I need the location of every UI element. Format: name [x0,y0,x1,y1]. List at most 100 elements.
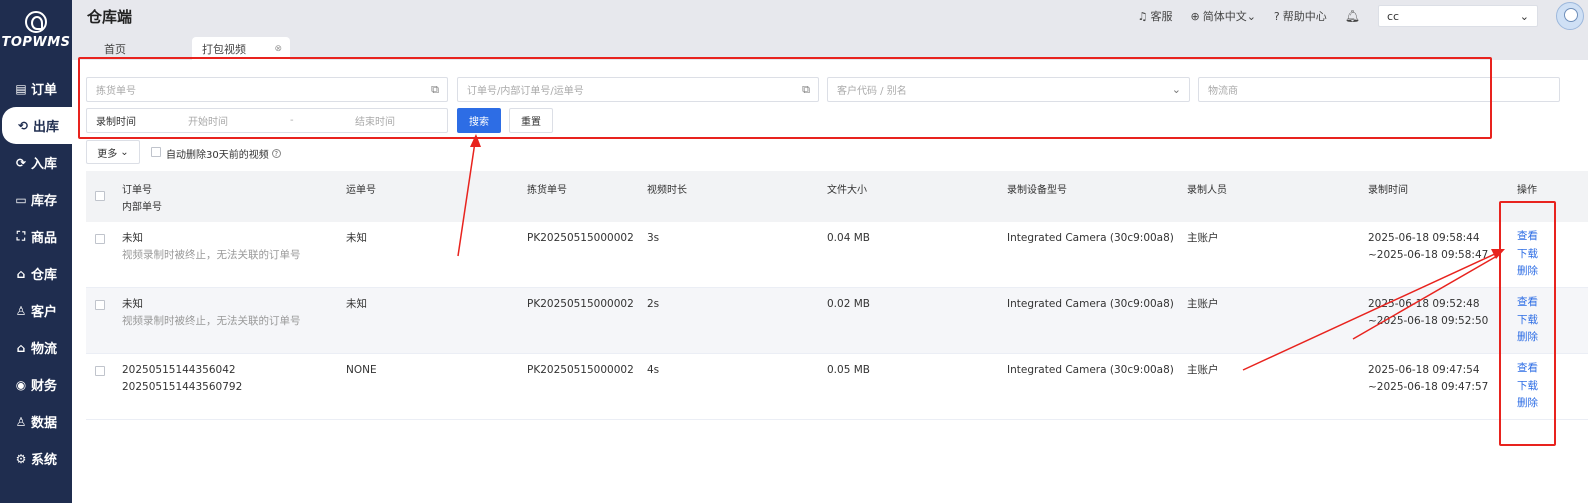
chevron-down-icon: ⌄ [1171,83,1181,96]
internal-no: 视频录制时被终止，无法关联的订单号 [122,315,301,327]
delete-link[interactable]: 删除 [1517,395,1538,413]
sidebar-item-label: 系统 [31,453,58,468]
customer-service-label: 客服 [1150,10,1173,23]
brand-logo[interactable]: TOPWMS [0,0,72,60]
carrier-select[interactable]: 物流商 [1198,77,1560,102]
download-link[interactable]: 下载 [1517,378,1538,396]
download-link[interactable]: 下载 [1517,312,1538,330]
search-button[interactable]: 搜索 [457,108,501,133]
reset-button[interactable]: 重置 [509,108,553,133]
download-link[interactable]: 下载 [1517,246,1538,264]
sidebar-item-label: 客户 [31,305,58,320]
more-filters-button[interactable]: 更多 ⌄ [86,140,140,164]
language-switch[interactable]: ⊕ 简体中文 ⌄ [1190,8,1255,24]
paste-icon[interactable]: ⧉ [431,83,439,97]
internal-no: 视频录制时被终止，无法关联的订单号 [122,249,301,261]
waybill-cell: 未知 [346,232,367,244]
data-icon: ♙ [15,414,27,429]
sidebar-item-label: 库存 [31,194,58,209]
sidebar-item-logistics[interactable]: ⌂ 物流 [0,329,72,366]
view-link[interactable]: 查看 [1517,360,1538,378]
sidebar-item-products[interactable]: ⛶ 商品 [0,218,72,255]
recorder-cell: 主账户 [1187,364,1219,376]
header-actions: 操作 [1517,185,1537,196]
sidebar-item-data[interactable]: ♙ 数据 [0,403,72,440]
sidebar-item-inbound[interactable]: ⟳ 入库 [0,144,72,181]
bell-icon[interactable]: 🔔︎ [1345,9,1360,23]
help-center-link[interactable]: ? 帮助中心 [1274,8,1327,24]
order-cell: 未知 视频录制时被终止，无法关联的订单号 [122,296,301,330]
sidebar-item-inventory[interactable]: ▭ 库存 [0,181,72,218]
language-label: 简体中文 [1202,10,1247,23]
sidebar-item-finance[interactable]: ◉ 财务 [0,366,72,403]
auto-delete-checkbox[interactable] [151,147,161,157]
tab-bar: 首页 打包视频 ⊗ [72,32,1588,60]
waybill-cell: NONE [346,364,377,376]
select-all-checkbox[interactable] [95,191,105,201]
sidebar-item-label: 出库 [33,120,60,135]
view-link[interactable]: 查看 [1517,228,1538,246]
row-checkbox[interactable] [95,366,105,376]
sidebar-item-label: 仓库 [31,268,58,283]
order-icon: ▤ [15,81,27,96]
time-start: 2025-06-18 09:47:54 [1368,364,1480,376]
auto-delete-option[interactable]: 自动删除30天前的视频 ? [166,146,281,161]
inbound-icon: ⟳ [15,155,27,170]
end-time-placeholder: 结束时间 [355,117,395,128]
order-no: 未知 [122,232,143,244]
close-icon[interactable]: ⊗ [274,44,282,54]
duration-cell: 4s [647,364,660,376]
customer-service-link[interactable]: ♫ 客服 [1138,8,1173,24]
sidebar-item-warehouse[interactable]: ⌂ 仓库 [0,255,72,292]
row-checkbox[interactable] [95,300,105,310]
time-start: 2025-06-18 09:52:48 [1368,298,1480,310]
time-end: ~2025-06-18 09:47:57 [1368,381,1489,393]
header-waybill: 运单号 [346,185,376,196]
customer-select[interactable]: 客户代码 / 别名 ⌄ [827,77,1190,102]
avatar[interactable] [1556,2,1584,30]
row-actions: 查看 下载 删除 [1517,360,1538,413]
time-start: 2025-06-18 09:58:44 [1368,232,1480,244]
product-icon: ⛶ [16,229,26,243]
record-time-cell: 2025-06-18 09:47:54 ~2025-06-18 09:47:57 [1368,362,1488,396]
user-select[interactable]: cc ⌄ [1378,5,1538,27]
customer-icon: ♙ [15,303,27,318]
time-end: ~2025-06-18 09:58:47 [1368,249,1489,261]
view-link[interactable]: 查看 [1517,294,1538,312]
header-recorder: 录制人员 [1187,185,1227,196]
finance-icon: ◉ [15,377,27,392]
file-size-cell: 0.02 MB [827,298,870,310]
sidebar-item-system[interactable]: ⚙ 系统 [0,440,72,477]
order-no: 未知 [122,298,143,310]
inventory-icon: ▭ [15,192,27,207]
tab-pack-video[interactable]: 打包视频 ⊗ [192,37,290,60]
range-separator: - [290,115,294,126]
sidebar-item-orders[interactable]: ▤ 订单 [0,70,72,107]
more-label: 更多 [97,148,118,160]
order-cell: 未知 视频录制时被终止，无法关联的订单号 [122,230,301,264]
header-file-size: 文件大小 [827,185,867,196]
file-size-cell: 0.05 MB [827,364,870,376]
question-icon: ? [1273,9,1280,23]
record-time-range[interactable]: 录制时间 开始时间 - 结束时间 [86,108,448,133]
row-checkbox[interactable] [95,234,105,244]
sidebar-item-label: 入库 [31,157,58,172]
sidebar-item-customers[interactable]: ♙ 客户 [0,292,72,329]
delete-link[interactable]: 删除 [1517,263,1538,281]
pick-no-input[interactable]: 拣货单号 ⧉ [86,77,448,102]
help-icon[interactable]: ? [271,149,281,158]
outbound-icon: ⟲ [17,118,29,133]
delete-link[interactable]: 删除 [1517,329,1538,347]
tab-home[interactable]: 首页 [94,37,136,60]
row-actions: 查看 下载 删除 [1517,294,1538,347]
headset-icon: ♫ [1137,9,1148,23]
table-row: 未知 视频录制时被终止，无法关联的订单号 未知 PK20250515000002… [86,222,1588,288]
sidebar-item-outbound[interactable]: ⟲ 出库 [2,107,72,144]
table-row: 未知 视频录制时被终止，无法关联的订单号 未知 PK20250515000002… [86,288,1588,354]
recorder-cell: 主账户 [1187,298,1219,310]
order-no-input[interactable]: 订单号/内部订单号/运单号 ⧉ [457,77,819,102]
device-cell: Integrated Camera (30c9:00a8) [1007,232,1174,244]
header-record-time: 录制时间 [1368,185,1408,196]
logo-icon [25,10,47,33]
paste-icon[interactable]: ⧉ [802,83,810,97]
